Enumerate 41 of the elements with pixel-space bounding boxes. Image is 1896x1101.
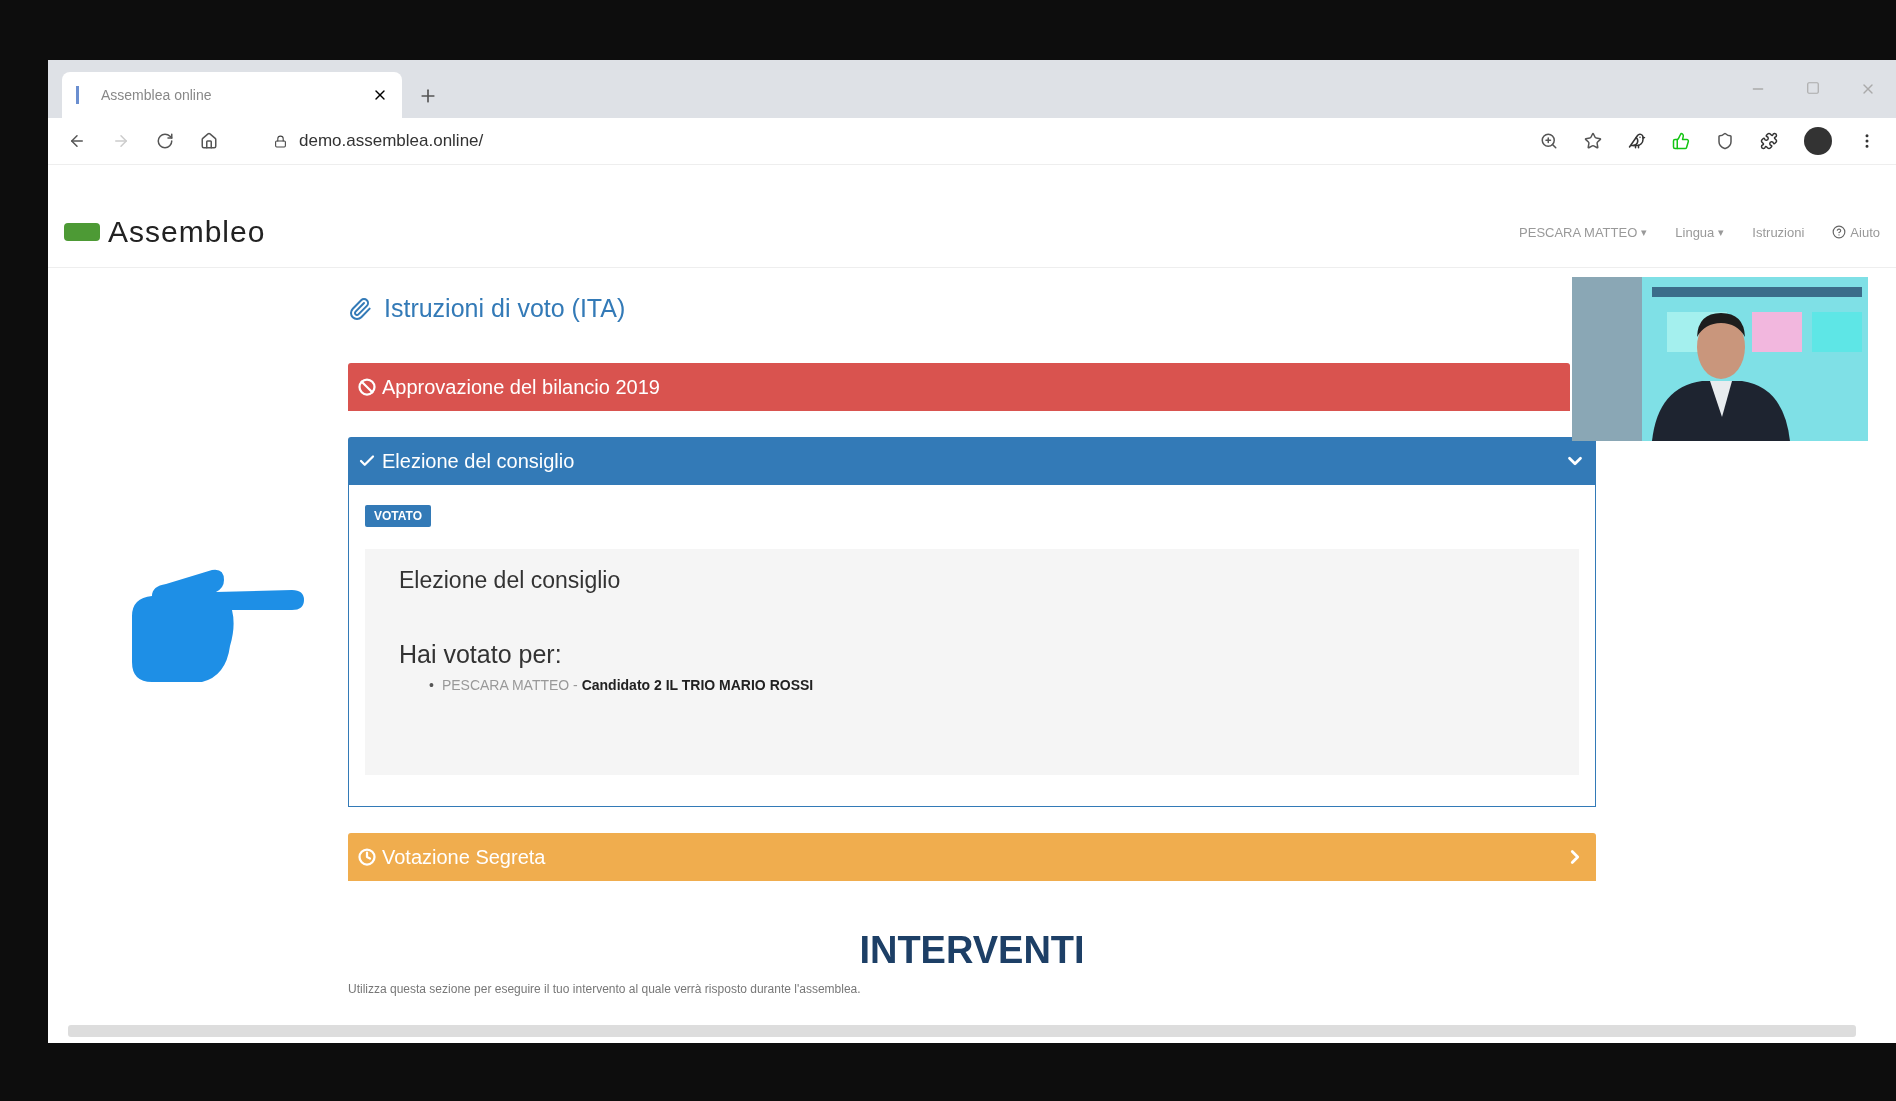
logo-icon bbox=[64, 223, 100, 241]
browser-tab[interactable]: Assemblea online bbox=[62, 72, 402, 118]
paperclip-icon bbox=[348, 296, 372, 321]
lock-icon bbox=[274, 134, 287, 148]
nav-menu-link[interactable]: PESCARA MATTEO ▾ bbox=[1519, 224, 1648, 240]
profile-avatar[interactable] bbox=[1804, 127, 1832, 155]
bird-icon[interactable] bbox=[1628, 132, 1646, 150]
help-link[interactable]: Aiuto bbox=[1832, 224, 1880, 240]
ban-icon bbox=[358, 378, 376, 396]
extensions-icon[interactable] bbox=[1760, 132, 1778, 150]
tab-title: Assemblea online bbox=[101, 87, 213, 103]
home-icon[interactable] bbox=[200, 132, 218, 150]
section-title: INTERVENTI bbox=[859, 929, 1085, 972]
caret-icon: ▾ bbox=[1641, 225, 1648, 239]
vote-panel-header[interactable]: Elezione del consiglio bbox=[348, 437, 1596, 485]
summary-title: Elezione del consiglio bbox=[399, 567, 622, 594]
bullet: • bbox=[429, 676, 434, 695]
section-description: Utilizza questa sezione per eseguire il tuo intervento al quale verrà risposto durante l'assemblea. bbox=[348, 982, 861, 996]
vote-title: Elezione del consiglio bbox=[382, 449, 575, 473]
help-icon bbox=[1832, 225, 1847, 239]
clock-icon bbox=[358, 848, 376, 866]
scrollbar[interactable] bbox=[68, 1025, 1856, 1037]
thumbs-up-icon[interactable] bbox=[1672, 132, 1690, 150]
instructions-link[interactable]: Istruzioni di voto (ITA) bbox=[348, 294, 626, 323]
shield-icon[interactable] bbox=[1716, 132, 1734, 150]
voted-for-label: Hai votato per: bbox=[399, 640, 563, 669]
star-icon[interactable] bbox=[1584, 132, 1602, 150]
vote-panel-header[interactable]: Votazione Segreta bbox=[348, 833, 1596, 881]
address-bar[interactable]: demo.assemblea.online/ bbox=[299, 131, 484, 151]
status-label: VOTATO bbox=[365, 505, 431, 527]
nav-menu-link[interactable]: Lingua ▾ bbox=[1675, 224, 1725, 240]
vote-panel-header[interactable]: Approvazione del bilancio 2019 bbox=[348, 363, 1570, 411]
logo[interactable]: Assembleo bbox=[108, 215, 266, 249]
nav-menu-link[interactable]: Istruzioni bbox=[1752, 224, 1805, 240]
caret-icon: ▾ bbox=[1718, 225, 1725, 239]
vote-title: Votazione Segreta bbox=[382, 845, 546, 869]
zoom-icon[interactable] bbox=[1540, 132, 1558, 150]
vote-choice: PESCARA MATTEO - Candidato 2 IL TRIO MARIO ROSSI bbox=[441, 676, 814, 695]
reload-icon[interactable] bbox=[156, 132, 174, 150]
back-icon[interactable] bbox=[68, 132, 86, 150]
vote-title: Approvazione del bilancio 2019 bbox=[382, 375, 660, 399]
